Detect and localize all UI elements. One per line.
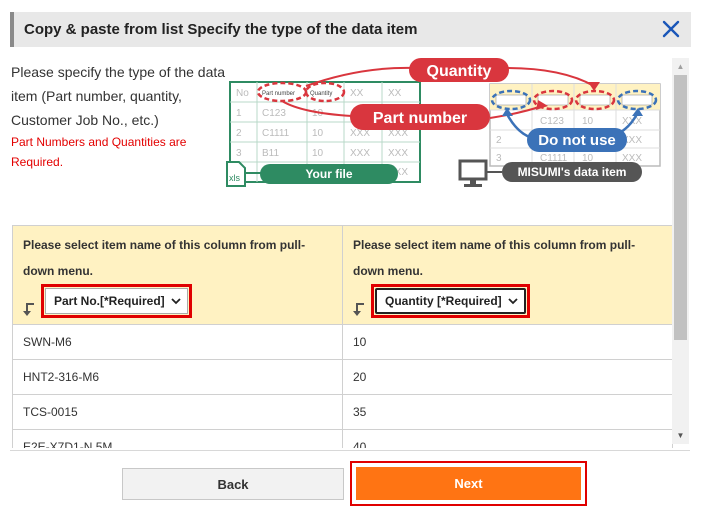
monitor-icon bbox=[458, 159, 488, 187]
column-type-select-quantity[interactable]: Quantity [*Required] bbox=[375, 288, 526, 314]
turn-down-arrow-icon bbox=[353, 303, 364, 316]
file-cell: 10 bbox=[312, 128, 324, 139]
header-row: Please select item name of this column f… bbox=[12, 225, 673, 325]
misumi-cell: 10 bbox=[582, 116, 594, 127]
file-cell: XX bbox=[350, 88, 364, 99]
table-cell: 35 bbox=[342, 394, 673, 430]
selected-value: Part No.[*Required] bbox=[54, 294, 165, 308]
table-cell: 20 bbox=[342, 359, 673, 395]
footer-divider bbox=[10, 450, 690, 451]
misumi-data-item-label: MISUMI's data item bbox=[518, 165, 627, 179]
column-instruction: Please select item name of this column f… bbox=[353, 238, 636, 278]
dialog-title: Copy & paste from list Specify the type … bbox=[24, 21, 418, 38]
mapping-illustration: No Part number Quantity XX XX 1 C123 10 … bbox=[226, 58, 661, 187]
column-header: Please select item name of this column f… bbox=[342, 225, 673, 325]
misumi-cell: C123 bbox=[540, 116, 564, 127]
file-cell: 1 bbox=[236, 108, 242, 119]
next-highlight-frame: Next bbox=[350, 461, 587, 506]
do-not-use-label: Do not use bbox=[538, 132, 616, 149]
dialog-content: Please specify the type of the data item… bbox=[10, 58, 690, 448]
highlight-frame: Part No.[*Required] bbox=[41, 284, 192, 318]
intro-text: Please specify the type of the data item… bbox=[11, 64, 226, 128]
quantity-label: Quantity bbox=[427, 63, 492, 80]
file-cell: XX bbox=[388, 88, 402, 99]
intro-section: Please specify the type of the data item… bbox=[11, 60, 231, 172]
triangle-down-icon: ▼ bbox=[676, 431, 685, 440]
scroll-up-button[interactable]: ▲ bbox=[672, 58, 689, 75]
dialog-header: Copy & paste from list Specify the type … bbox=[10, 12, 691, 47]
close-x-icon bbox=[662, 20, 680, 38]
scrollbar-thumb[interactable] bbox=[674, 75, 687, 340]
file-cell: No bbox=[236, 88, 249, 99]
table-cell: TCS-0015 bbox=[12, 394, 343, 430]
table-cell: 10 bbox=[342, 324, 673, 360]
chevron-down-icon bbox=[508, 298, 518, 305]
back-button[interactable]: Back bbox=[122, 468, 344, 500]
highlight-frame: Quantity [*Required] bbox=[371, 284, 530, 318]
turn-down-arrow-icon bbox=[23, 303, 34, 316]
part-number-label: Part number bbox=[373, 110, 467, 127]
file-cell: XXX bbox=[350, 148, 370, 159]
column-mapping-table: Please select item name of this column f… bbox=[12, 225, 673, 448]
triangle-up-icon: ▲ bbox=[676, 62, 685, 71]
table-cell: 40 bbox=[342, 429, 673, 448]
xls-file-icon: xls bbox=[226, 161, 246, 187]
file-cell: 10 bbox=[312, 148, 324, 159]
column-header: Please select item name of this column f… bbox=[12, 225, 343, 325]
table-row: SWN-M6 10 bbox=[12, 324, 673, 360]
selected-value: Quantity [*Required] bbox=[385, 294, 502, 308]
file-cell: 3 bbox=[236, 148, 242, 159]
file-cell: C1111 bbox=[262, 128, 290, 139]
close-button[interactable] bbox=[659, 17, 683, 41]
file-cell: C123 bbox=[262, 108, 286, 119]
column-instruction: Please select item name of this column f… bbox=[23, 238, 306, 278]
vertical-scrollbar[interactable]: ▲ ▼ bbox=[672, 58, 689, 444]
table-cell: SWN-M6 bbox=[12, 324, 343, 360]
file-cell: XXX bbox=[388, 148, 408, 159]
file-cell: B11 bbox=[262, 148, 279, 159]
file-cell: Part number bbox=[262, 91, 295, 97]
file-cell: Quantity bbox=[310, 91, 332, 97]
column-type-select-part[interactable]: Part No.[*Required] bbox=[45, 288, 188, 314]
table-row: E2E-X7D1-N 5M 40 bbox=[12, 429, 673, 448]
your-file-label: Your file bbox=[305, 167, 352, 181]
table-cell: E2E-X7D1-N 5M bbox=[12, 429, 343, 448]
required-note: Part Numbers and Quantities are Required… bbox=[11, 135, 187, 169]
table-row: TCS-0015 35 bbox=[12, 394, 673, 430]
scroll-down-button[interactable]: ▼ bbox=[672, 427, 689, 444]
next-button[interactable]: Next bbox=[356, 467, 581, 500]
table-cell: HNT2-316-M6 bbox=[12, 359, 343, 395]
file-cell: 2 bbox=[236, 128, 242, 139]
misumi-cell: 3 bbox=[496, 153, 502, 164]
misumi-cell: 2 bbox=[496, 135, 502, 146]
xls-label: xls bbox=[229, 173, 240, 183]
chevron-down-icon bbox=[171, 298, 181, 305]
table-row: HNT2-316-M6 20 bbox=[12, 359, 673, 395]
